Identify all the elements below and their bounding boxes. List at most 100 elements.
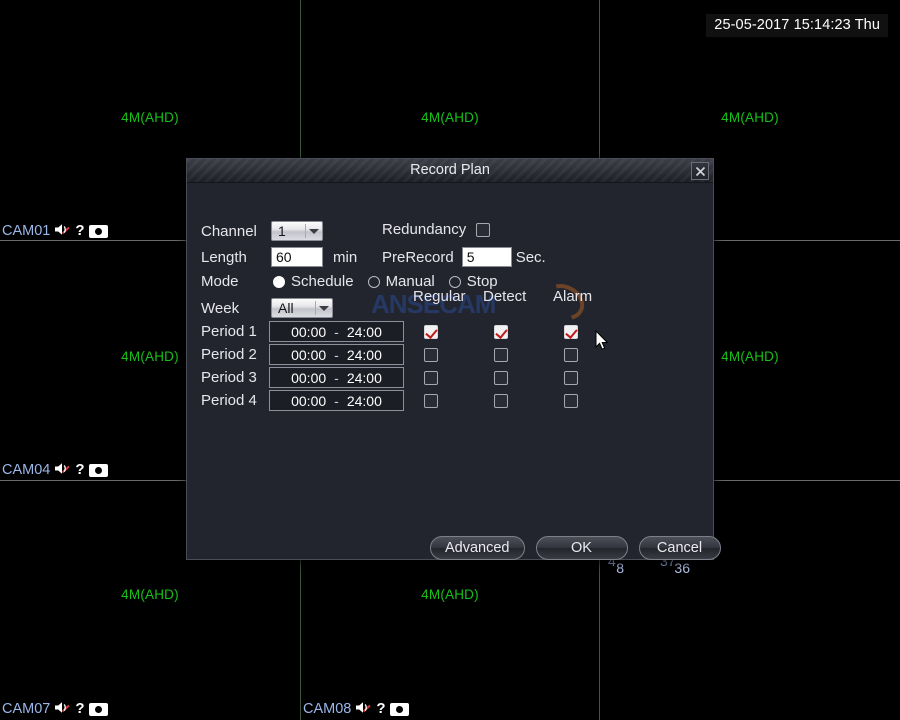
period-detect-checkbox[interactable] <box>494 347 508 362</box>
dialog-title: Record Plan <box>410 162 490 178</box>
length-unit-label: min <box>333 248 358 266</box>
snapshot-icon <box>88 463 108 477</box>
pane-resolution-label: 4M(AHD) <box>421 587 479 602</box>
osd-timestamp: 25-05-2017 15:14:23 Thu <box>706 14 888 37</box>
prerecord-unit-label: Sec. <box>515 248 546 266</box>
period-detect-checkbox[interactable] <box>494 393 508 408</box>
dialog-button-bar: Advanced OK Cancel <box>430 536 721 560</box>
ok-button[interactable]: OK <box>535 536 628 560</box>
mode-radio-schedule[interactable] <box>273 275 285 288</box>
channel-select[interactable]: 1 <box>271 221 323 241</box>
channel-select-value: 1 <box>278 223 286 239</box>
select-separator <box>315 301 316 315</box>
mode-label: Mode <box>201 273 239 290</box>
period-start: 00:00 <box>291 323 327 340</box>
period-row: Period 4 00:00 - 24:00 <box>201 390 578 411</box>
redundancy-checkbox[interactable] <box>476 222 491 237</box>
camera-name: CAM01 <box>2 223 51 239</box>
week-select[interactable]: All <box>271 298 333 318</box>
period-time-input[interactable]: 00:00 - 24:00 <box>269 321 404 342</box>
question-icon: ? <box>376 700 386 717</box>
pane-resolution-label: 4M(AHD) <box>721 110 779 125</box>
question-icon: ? <box>75 700 85 717</box>
period-regular-checkbox[interactable] <box>424 324 438 339</box>
period-separator: - <box>334 346 339 363</box>
pane-resolution-label: 4M(AHD) <box>121 587 179 602</box>
camera-label-cam01: CAM01 ? <box>2 222 108 240</box>
period-end: 24:00 <box>346 346 382 363</box>
length-value: 60 <box>276 249 292 265</box>
period-label: Period 1 <box>201 323 257 340</box>
period-separator: - <box>334 323 339 340</box>
bitrate-channel: 8 <box>616 559 624 576</box>
period-time-input[interactable]: 00:00 - 24:00 <box>269 344 404 365</box>
dialog-titlebar[interactable]: Record Plan <box>187 159 713 183</box>
week-label: Week <box>201 299 240 317</box>
advanced-button[interactable]: Advanced <box>430 536 525 560</box>
column-header-alarm: Alarm <box>553 288 593 305</box>
dvr-screen: 4M(AHD) 4M(AHD) 4M(AHD) 4M(AHD) 4M(AHD) … <box>0 0 900 720</box>
redundancy-label: Redundancy <box>382 221 467 238</box>
period-alarm-checkbox[interactable] <box>564 370 578 385</box>
record-plan-dialog: Record Plan ANSECAM Channel 1 Redundancy… <box>186 158 721 560</box>
column-header-regular: Regular <box>413 288 466 305</box>
snapshot-icon <box>88 702 108 716</box>
question-icon: ? <box>75 461 85 478</box>
camera-label-cam04: CAM04 ? <box>2 461 108 479</box>
prerecord-label: PreRecord <box>382 248 454 266</box>
mode-radio-stop[interactable] <box>448 275 461 288</box>
snapshot-icon <box>389 702 409 716</box>
period-regular-checkbox[interactable] <box>424 370 438 385</box>
mute-icon <box>54 700 71 718</box>
mode-radio-manual[interactable] <box>367 275 380 288</box>
select-separator <box>305 224 306 238</box>
channel-row: Channel 1 <box>201 221 323 241</box>
period-time-input[interactable]: 00:00 - 24:00 <box>269 367 404 388</box>
period-detect-checkbox[interactable] <box>494 324 508 339</box>
pane-resolution-label: 4M(AHD) <box>421 110 479 125</box>
mute-icon <box>54 461 71 479</box>
period-separator: - <box>334 392 339 409</box>
length-input[interactable]: 60 <box>271 247 323 267</box>
camera-label-cam07: CAM07 ? <box>2 700 108 718</box>
period-start: 00:00 <box>291 392 327 409</box>
chevron-down-icon <box>319 306 329 311</box>
prerecord-value: 5 <box>466 249 475 265</box>
period-alarm-checkbox[interactable] <box>564 324 578 339</box>
chevron-down-icon <box>309 229 319 234</box>
period-separator: - <box>334 369 339 386</box>
period-label: Period 2 <box>201 346 257 363</box>
period-label: Period 4 <box>201 392 257 409</box>
dialog-body: ANSECAM Channel 1 Redundancy Length 60 m… <box>187 183 721 560</box>
prerecord-input[interactable]: 5 <box>461 247 512 267</box>
mute-icon <box>355 700 372 718</box>
period-alarm-checkbox[interactable] <box>564 347 578 362</box>
period-alarm-checkbox[interactable] <box>564 393 578 408</box>
period-end: 24:00 <box>346 392 382 409</box>
camera-name: CAM08 <box>303 701 352 717</box>
length-row: Length 60 min <box>201 247 357 267</box>
redundancy-row: Redundancy <box>382 221 491 238</box>
period-start: 00:00 <box>291 369 327 386</box>
close-icon[interactable] <box>691 162 709 180</box>
week-select-value: All <box>278 300 294 316</box>
cancel-button[interactable]: Cancel <box>638 536 721 560</box>
week-row: Week All <box>201 298 333 318</box>
period-label: Period 3 <box>201 369 257 386</box>
mode-option-schedule-label: Schedule <box>291 273 354 290</box>
period-regular-checkbox[interactable] <box>424 347 438 362</box>
pane-resolution-label: 4M(AHD) <box>121 110 179 125</box>
period-end: 24:00 <box>346 323 382 340</box>
period-time-input[interactable]: 00:00 - 24:00 <box>269 390 404 411</box>
length-label: Length <box>201 248 247 266</box>
snapshot-icon <box>88 224 108 238</box>
column-header-detect: Detect <box>483 288 527 305</box>
question-icon: ? <box>75 222 85 239</box>
period-detect-checkbox[interactable] <box>494 370 508 385</box>
mute-icon <box>54 222 71 240</box>
channel-label: Channel <box>201 222 257 240</box>
period-regular-checkbox[interactable] <box>424 393 438 408</box>
camera-label-cam08: CAM08 ? <box>303 700 409 718</box>
camera-name: CAM07 <box>2 701 51 717</box>
period-end: 24:00 <box>346 369 382 386</box>
